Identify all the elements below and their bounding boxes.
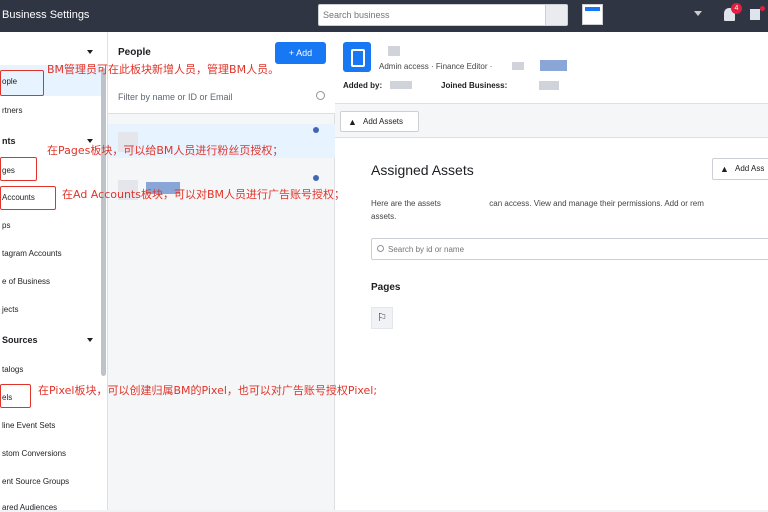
- people-panel: People + Add Filter by name or ID or Ema…: [108, 32, 335, 510]
- annotation-box-pixels: [0, 384, 31, 408]
- sidebar-section-accounts[interactable]: nts: [2, 136, 16, 146]
- sidebar-scrollbar[interactable]: [101, 68, 106, 376]
- assets-icon: ▲: [720, 164, 729, 174]
- assets-icon: ▲: [348, 117, 357, 127]
- page-title: Business Settings: [2, 9, 90, 21]
- add-person-button[interactable]: + Add: [275, 42, 326, 64]
- add-assets-button-right[interactable]: ▲ Add Ass: [712, 158, 768, 180]
- sidebar-item-shared-audiences[interactable]: ared Audiences: [2, 503, 57, 512]
- status-dot-icon: [313, 127, 319, 133]
- chevron-down-icon[interactable]: [87, 50, 93, 54]
- description-part-3: assets.: [371, 212, 397, 221]
- search-box[interactable]: [318, 4, 568, 26]
- asset-search-input[interactable]: [388, 243, 688, 256]
- detail-header: Admin access · Finance Editor · Added by…: [335, 32, 768, 104]
- annotation-ad-accounts: 在Ad Accounts板块，可以对BM人员进行广告账号授权；: [62, 188, 345, 201]
- sidebar: ople rtners nts ges Accounts ps tagram A…: [0, 32, 108, 512]
- sidebar-item-partners[interactable]: rtners: [2, 106, 22, 115]
- assigned-assets-title: Assigned Assets: [371, 162, 474, 178]
- add-assets-label: Add Assets: [363, 117, 404, 126]
- search-icon[interactable]: [316, 91, 325, 100]
- redacted-name: [388, 46, 400, 56]
- annotation-box-pages: [0, 157, 37, 181]
- annotation-box-people: [0, 70, 44, 96]
- sidebar-item-catalogs[interactable]: talogs: [2, 365, 23, 374]
- status-dot-icon: [313, 175, 319, 181]
- notification-badge: 4: [731, 3, 742, 14]
- sidebar-item-custom-conversions[interactable]: stom Conversions: [2, 449, 66, 458]
- top-bar: Business Settings 4: [0, 0, 768, 32]
- sidebar-item-apps[interactable]: ps: [2, 221, 10, 230]
- business-avatar[interactable]: [582, 4, 603, 25]
- page-flag-icon[interactable]: ⚐: [371, 307, 393, 329]
- people-title: People: [118, 47, 151, 58]
- redacted-value: [540, 60, 567, 71]
- annotation-box-ad-accounts: [0, 186, 56, 210]
- annotation-people: BM管理员可在此板块新增人员，管理BM人员。: [47, 63, 280, 76]
- role-text: Admin access · Finance Editor ·: [379, 62, 493, 71]
- chevron-down-icon[interactable]: [694, 11, 702, 16]
- pages-section-label: Pages: [371, 282, 401, 293]
- sidebar-item-projects[interactable]: jects: [2, 305, 18, 314]
- search-icon: [377, 245, 384, 252]
- person-detail: Admin access · Finance Editor · Added by…: [335, 32, 768, 510]
- add-button-label: Add: [296, 48, 313, 58]
- description-part-1: Here are the assets: [371, 199, 441, 208]
- sidebar-item-line-of-business[interactable]: e of Business: [2, 277, 50, 286]
- annotation-pages: 在Pages板块，可以给BM人员进行粉丝页授权；: [47, 144, 284, 157]
- joined-business-label: Joined Business:: [441, 81, 508, 90]
- sidebar-item-offline-event-sets[interactable]: line Event Sets: [2, 421, 55, 430]
- chevron-down-icon[interactable]: [87, 338, 93, 342]
- redacted-value: [390, 81, 412, 89]
- user-avatar-icon: [343, 42, 371, 72]
- assigned-assets-description: Here are the assets can access. View and…: [371, 197, 768, 223]
- flag-icon[interactable]: [750, 9, 760, 20]
- detail-toolbar: ▲ Add Assets: [335, 104, 768, 138]
- alert-dot: [760, 6, 765, 11]
- add-assets-button[interactable]: ▲ Add Assets: [340, 111, 419, 132]
- people-filter-input[interactable]: Filter by name or ID or Email: [118, 92, 233, 102]
- sidebar-item-instagram-accounts[interactable]: tagram Accounts: [2, 249, 62, 258]
- search-icon[interactable]: [545, 5, 567, 25]
- sidebar-item-event-source-groups[interactable]: ent Source Groups: [2, 477, 69, 486]
- redacted-value: [539, 81, 559, 90]
- redacted-value: [512, 62, 524, 70]
- asset-search-box[interactable]: [371, 238, 768, 260]
- search-input[interactable]: [323, 8, 543, 22]
- annotation-pixels: 在Pixel板块，可以创建归属BM的Pixel，也可以对广告账号授权Pixel;: [38, 384, 378, 397]
- added-by-label: Added by:: [343, 81, 383, 90]
- add-assets-right-label: Add Ass: [735, 164, 765, 173]
- description-part-2: can access. View and manage their permis…: [489, 199, 704, 208]
- sidebar-section-data-sources[interactable]: Sources: [2, 335, 38, 345]
